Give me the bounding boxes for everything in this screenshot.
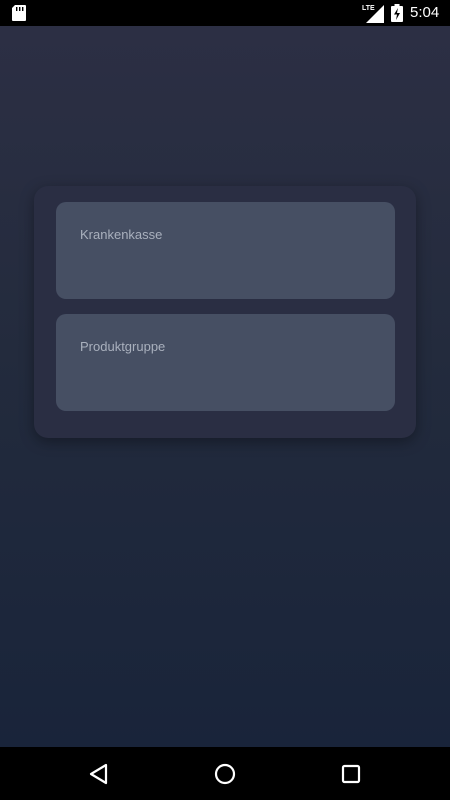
status-bar: LTE 5:04 — [0, 0, 450, 26]
recents-icon[interactable] — [338, 761, 364, 787]
app-screen: Krankenkasse Produktgruppe — [0, 26, 450, 747]
produktgruppe-label: Produktgruppe — [80, 339, 166, 354]
navigation-bar — [0, 747, 450, 800]
sd-card-icon — [12, 5, 26, 21]
battery-charging-icon — [391, 4, 403, 22]
selection-card: Krankenkasse Produktgruppe — [34, 186, 416, 438]
krankenkasse-label: Krankenkasse — [80, 227, 163, 242]
produktgruppe-field[interactable]: Produktgruppe — [56, 314, 395, 411]
krankenkasse-field[interactable]: Krankenkasse — [56, 202, 395, 299]
home-icon[interactable] — [212, 761, 238, 787]
status-clock: 5:04 — [410, 4, 440, 21]
back-icon[interactable] — [86, 761, 112, 787]
lte-label: LTE — [362, 5, 375, 12]
lte-signal-icon: LTE — [362, 5, 384, 23]
